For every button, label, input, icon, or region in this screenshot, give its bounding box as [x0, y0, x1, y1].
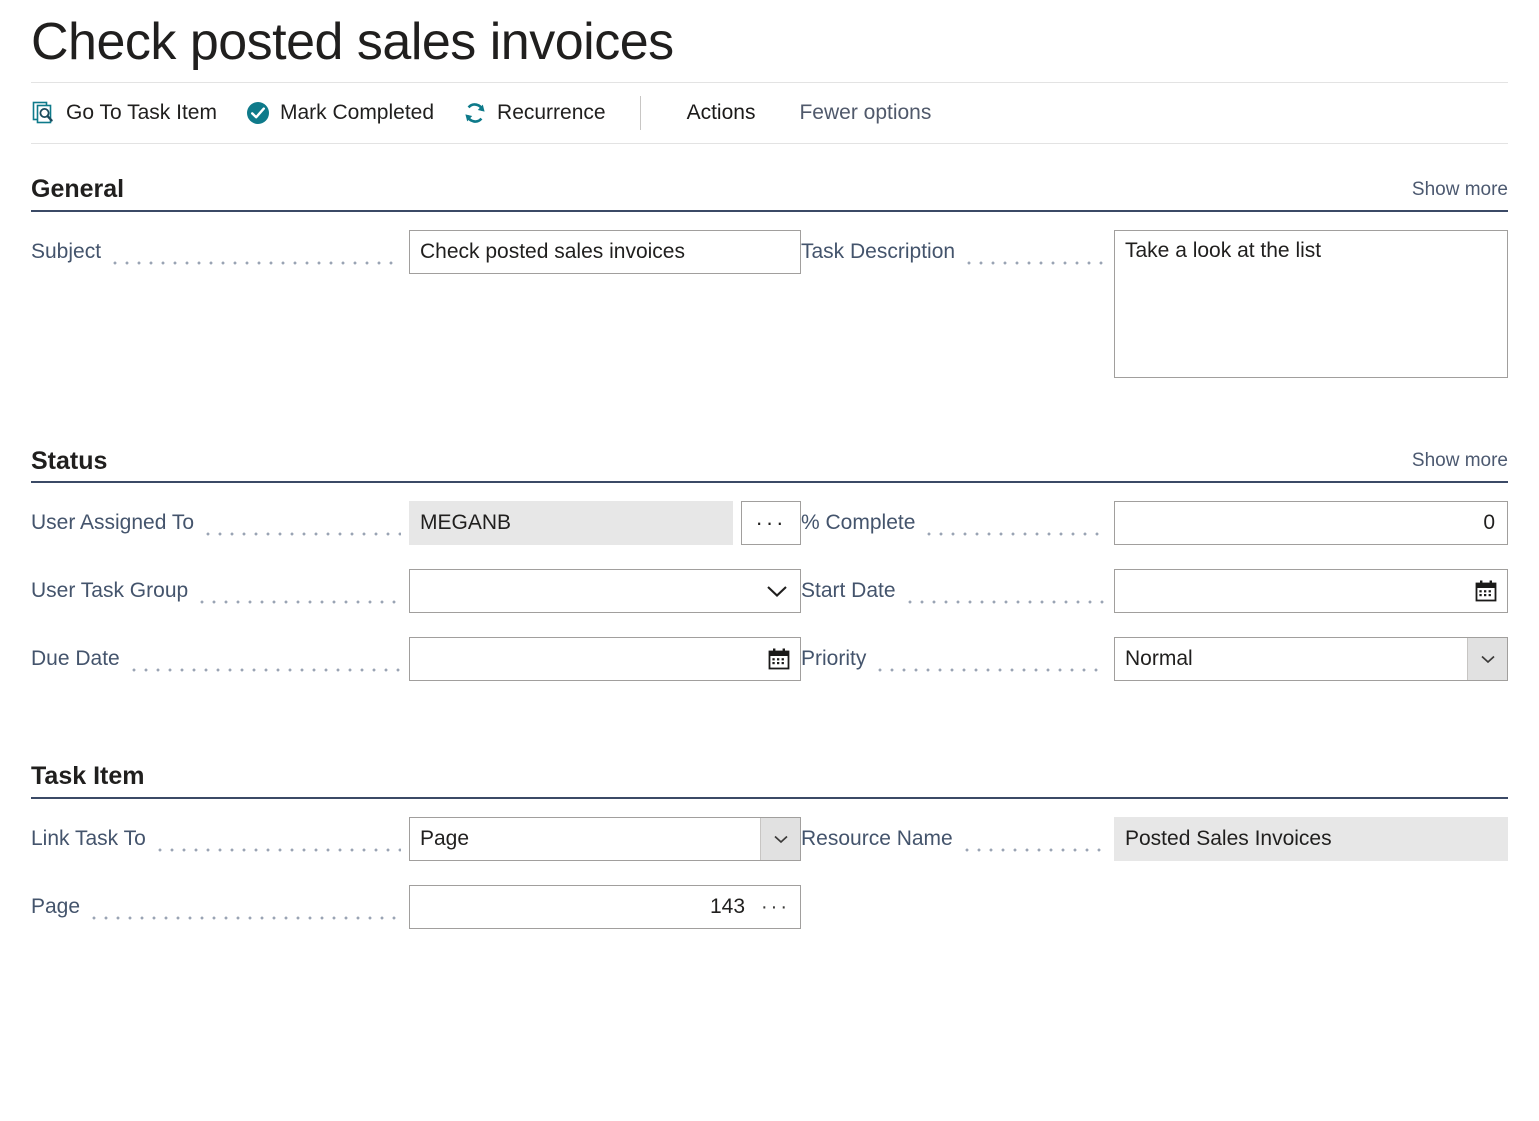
subject-row: Subject Check posted sales invoices: [31, 230, 801, 298]
page-field: 143 ···: [409, 885, 801, 929]
status-section-header: Status Show more: [31, 448, 1508, 482]
due-date-row: Due Date: [31, 637, 801, 705]
task-card-page: Check posted sales invoices Go To Task I…: [0, 0, 1539, 1121]
start-date-input[interactable]: [1114, 569, 1508, 613]
recurrence-icon: [462, 100, 488, 126]
start-date-row: Start Date: [801, 569, 1508, 637]
subject-control: Check posted sales invoices: [409, 230, 801, 274]
task-item-right-column: Resource Name Posted Sales Invoices: [801, 817, 1508, 953]
calendar-icon[interactable]: [1474, 569, 1498, 613]
subject-label: Subject: [31, 230, 101, 274]
resource-name-control: Posted Sales Invoices: [1114, 817, 1508, 861]
due-date-input[interactable]: [409, 637, 801, 681]
general-section-header: General Show more: [31, 176, 1508, 210]
page-row: Page 143 ···: [31, 885, 801, 953]
general-fields: Subject Check posted sales invoices Task…: [31, 212, 1508, 390]
recurrence-button[interactable]: Recurrence: [456, 83, 628, 143]
task-description-leader-dots: [963, 230, 1106, 274]
page-control: 143 ···: [409, 885, 801, 929]
percent-complete-leader-dots: [923, 501, 1106, 545]
resource-name-input: Posted Sales Invoices: [1114, 817, 1508, 861]
percent-complete-control: 0: [1114, 501, 1508, 545]
user-assigned-to-label: User Assigned To: [31, 501, 194, 545]
status-section: Status Show more User Assigned To MEGANB…: [31, 390, 1508, 706]
resource-name-row: Resource Name Posted Sales Invoices: [801, 817, 1508, 885]
percent-complete-input[interactable]: 0: [1114, 501, 1508, 545]
priority-select[interactable]: Normal: [1114, 637, 1508, 681]
resource-name-leader-dots: [961, 817, 1106, 861]
mark-completed-label: Mark Completed: [280, 101, 434, 125]
user-assigned-to-row: User Assigned To MEGANB ···: [31, 501, 801, 569]
link-task-to-label: Link Task To: [31, 817, 146, 861]
task-description-control: Take a look at the list: [1114, 230, 1508, 378]
due-date-control: [409, 637, 801, 681]
subject-leader-dots: [109, 230, 401, 274]
task-item-section-title: Task Item: [31, 763, 144, 791]
priority-row: Priority Normal: [801, 637, 1508, 705]
general-show-more-link[interactable]: Show more: [1412, 179, 1508, 204]
priority-control: Normal: [1114, 637, 1508, 681]
due-date-label: Due Date: [31, 637, 120, 681]
start-date-control: [1114, 569, 1508, 613]
priority-label: Priority: [801, 637, 866, 681]
task-description-row: Task Description Take a look at the list: [801, 230, 1508, 390]
go-to-task-item-button[interactable]: Go To Task Item: [31, 83, 239, 143]
page-lookup-button[interactable]: ···: [761, 903, 790, 911]
status-left-column: User Assigned To MEGANB ··· User Task Gr…: [31, 501, 801, 705]
start-date-leader-dots: [904, 569, 1106, 613]
task-item-fields: Link Task To Page Page: [31, 799, 1508, 953]
user-assigned-to-input[interactable]: MEGANB: [409, 501, 733, 545]
general-right-column: Task Description Take a look at the list: [801, 230, 1508, 390]
status-right-column: % Complete 0 Start Date: [801, 501, 1508, 705]
due-date-leader-dots: [128, 637, 401, 681]
start-date-label: Start Date: [801, 569, 896, 613]
percent-complete-label: % Complete: [801, 501, 915, 545]
percent-complete-row: % Complete 0: [801, 501, 1508, 569]
go-to-task-item-icon: [31, 100, 57, 126]
link-task-to-row: Link Task To Page: [31, 817, 801, 885]
subject-input[interactable]: Check posted sales invoices: [409, 230, 801, 274]
link-task-to-control: Page: [409, 817, 801, 861]
user-task-group-leader-dots: [196, 569, 401, 613]
chevron-down-icon[interactable]: [760, 818, 800, 860]
user-assigned-to-leader-dots: [202, 501, 401, 545]
user-assigned-to-control: MEGANB ···: [409, 501, 801, 545]
recurrence-label: Recurrence: [497, 101, 606, 125]
user-assigned-to-lookup-button[interactable]: ···: [741, 501, 801, 545]
task-description-label: Task Description: [801, 230, 955, 274]
priority-leader-dots: [874, 637, 1106, 681]
calendar-icon[interactable]: [767, 637, 791, 681]
page-title: Check posted sales invoices: [31, 0, 1508, 82]
task-item-section-header: Task Item: [31, 763, 1508, 797]
chevron-down-icon[interactable]: [1467, 638, 1507, 680]
status-fields: User Assigned To MEGANB ··· User Task Gr…: [31, 483, 1508, 705]
command-bar-divider: [640, 96, 641, 130]
general-left-column: Subject Check posted sales invoices: [31, 230, 801, 390]
general-section: General Show more Subject Check posted s…: [31, 144, 1508, 390]
status-show-more-link[interactable]: Show more: [1412, 450, 1508, 475]
mark-completed-icon: [245, 100, 271, 126]
link-task-to-leader-dots: [154, 817, 401, 861]
user-task-group-row: User Task Group: [31, 569, 801, 637]
task-item-left-column: Link Task To Page Page: [31, 817, 801, 953]
command-bar: Go To Task Item Mark Completed Recur: [31, 82, 1508, 144]
general-section-title: General: [31, 176, 124, 204]
go-to-task-item-label: Go To Task Item: [66, 101, 217, 125]
fewer-options-button[interactable]: Fewer options: [777, 83, 953, 143]
status-section-title: Status: [31, 448, 107, 476]
link-task-to-select[interactable]: Page: [409, 817, 801, 861]
task-description-textarea[interactable]: Take a look at the list: [1114, 230, 1508, 378]
mark-completed-button[interactable]: Mark Completed: [239, 83, 456, 143]
page-leader-dots: [88, 885, 401, 929]
page-label: Page: [31, 885, 80, 929]
actions-menu[interactable]: Actions: [665, 83, 778, 143]
user-task-group-label: User Task Group: [31, 569, 188, 613]
user-task-group-control: [409, 569, 801, 613]
page-input[interactable]: 143: [710, 895, 745, 919]
task-item-section: Task Item Link Task To Page: [31, 705, 1508, 953]
user-task-group-input[interactable]: [409, 569, 801, 613]
resource-name-label: Resource Name: [801, 817, 953, 861]
